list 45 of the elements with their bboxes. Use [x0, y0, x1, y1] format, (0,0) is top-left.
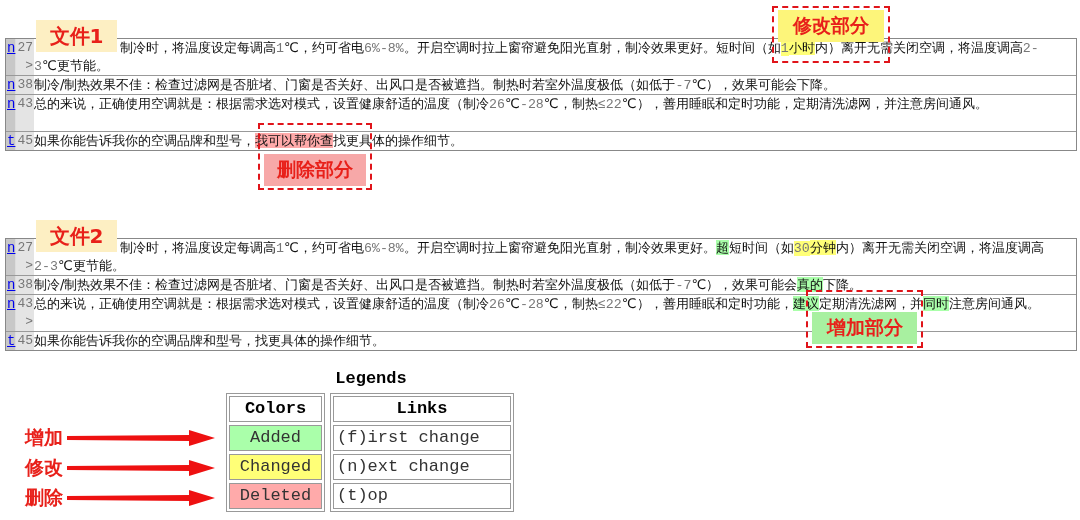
change-link[interactable]: n: [6, 276, 16, 294]
legend-cell: (t)op: [333, 483, 511, 509]
change-link[interactable]: n: [6, 239, 16, 257]
callout-label: 删除部分: [264, 154, 366, 186]
wrap-marker: >: [16, 313, 34, 331]
line-number: 45: [16, 332, 34, 350]
diff-line-text: 3℃更节能。: [34, 58, 109, 73]
annotation-label: 删除: [25, 485, 63, 510]
annotation-label: 修改: [25, 455, 63, 480]
callout-label: 修改部分: [778, 10, 884, 42]
change-link[interactable]: n: [6, 76, 16, 94]
change-link[interactable]: n: [6, 95, 16, 113]
line-number: 27: [16, 239, 34, 257]
line-number: 45: [16, 132, 34, 150]
legend-title: Legends: [335, 369, 407, 389]
color-swatch: Deleted: [229, 483, 322, 509]
change-link[interactable]: t: [6, 332, 16, 350]
line-number: 43: [16, 295, 34, 313]
file-label: 文件1: [36, 20, 117, 52]
diff-line-text: 制冷/制热效果不佳：检查过滤网是否脏堵、门窗是否关好、出风口是否被遮挡。制热时若室外温度极低（如低于-7℃），效果可能会下降。: [34, 77, 837, 92]
annotation-label: 增加: [25, 425, 63, 450]
line-number: 43: [16, 95, 34, 113]
legend-cell: (f)irst change: [333, 425, 511, 451]
diff-line-text: 如果你能告诉我你的空调品牌和型号，找更具体的操作细节。: [34, 333, 385, 348]
column-header: Links: [333, 396, 511, 422]
arrow-icon: [67, 459, 215, 477]
change-link[interactable]: n: [6, 295, 16, 313]
line-number: 38: [16, 76, 34, 94]
arrow-icon: [67, 489, 215, 507]
arrow-icon: [67, 429, 215, 447]
change-link[interactable]: t: [6, 132, 16, 150]
wrap-marker: >: [16, 57, 34, 75]
line-number: 27: [16, 39, 34, 57]
file-label: 文件2: [36, 220, 117, 252]
line-number: 38: [16, 276, 34, 294]
diff-line-text: 总的来说，正确使用空调就是：根据需求选对模式，设置健康舒适的温度（制冷26℃-28℃，制热≤22℃），善用睡眠和定时功能，定期清洗滤网，并注意房间通风。: [34, 96, 988, 111]
wrap-marker: >: [16, 257, 34, 275]
diff-line-text: 总的来说，正确使用空调就是：根据需求选对模式，设置健康舒适的温度（制冷26℃-28℃，制热≤22℃），善用睡眠和定时功能，建议定期清洗滤网，并同时注意房间通风。: [34, 296, 1040, 311]
color-swatch: Changed: [229, 454, 322, 480]
diff-line-text: 2-3℃更节能。: [34, 258, 125, 273]
legend-cell: (n)ext change: [333, 454, 511, 480]
column-header: Colors: [229, 396, 322, 422]
change-link[interactable]: n: [6, 39, 16, 57]
callout-label: 增加部分: [812, 312, 917, 344]
color-swatch: Added: [229, 425, 322, 451]
